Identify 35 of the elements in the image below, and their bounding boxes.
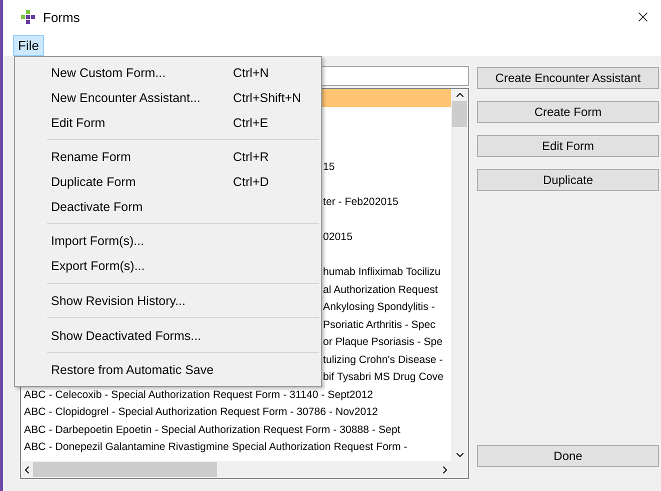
action-button[interactable]: Create Encounter Assistant <box>477 67 659 89</box>
scrollbar-thumb[interactable] <box>452 101 467 127</box>
vertical-scrollbar[interactable] <box>451 89 468 461</box>
list-row-text: ABC - Celecoxib - Special Authorization Request Form - 31140 - Sept2012 <box>24 388 373 400</box>
list-row[interactable]: ABC - Clopidogrel - Special Authorization Request Form - 30786 - Nov2012 <box>21 404 451 422</box>
menu-item[interactable]: New Encounter Assistant... Ctrl+Shift+N <box>15 86 321 110</box>
list-row[interactable]: ABC - Celecoxib - Special Authorization Request Form - 31140 - Sept2012 <box>21 386 451 404</box>
menu-item[interactable]: Rename Form Ctrl+R <box>15 145 321 170</box>
menu-item[interactable]: Export Form(s)... <box>15 254 321 278</box>
window-title: Forms <box>43 10 81 24</box>
menu-item[interactable]: Show Revision History... <box>15 288 321 314</box>
action-button[interactable]: Create Form <box>477 101 659 123</box>
action-button[interactable]: Duplicate <box>477 169 659 191</box>
done-button[interactable]: Done <box>477 445 659 467</box>
menu-item[interactable]: Duplicate Form Ctrl+D <box>15 170 321 194</box>
list-row-text: ABC - Clopidogrel - Special Authorization Request Form - 30786 - Nov2012 <box>24 406 378 418</box>
menu-item[interactable]: Edit Form Ctrl+E <box>15 110 321 136</box>
list-row-text: tulizing Crohn's Disease - <box>323 354 443 366</box>
list-row-text: al Authorization Request <box>323 284 438 296</box>
action-button[interactable]: Edit Form <box>477 135 659 157</box>
scrollbar-thumb[interactable] <box>33 462 217 477</box>
list-row-text: ABC - Darbepoetin Epoetin - Special Authorization Request Form - 30888 - Sept <box>24 424 400 436</box>
menu-item[interactable]: Import Form(s)... <box>15 229 321 254</box>
menu-item[interactable]: Restore from Automatic Save <box>15 358 321 383</box>
list-row-text: Psoriatic Arthritis - Spec <box>323 318 436 330</box>
app-icon <box>21 10 35 24</box>
list-row-text: 15 <box>323 161 335 173</box>
menu-item[interactable]: Deactivate Form <box>15 194 321 220</box>
list-row[interactable]: ABC - Darbepoetin Epoetin - Special Authorization Request Form - 30888 - Sept <box>21 422 451 439</box>
list-row[interactable]: ABC - Donepezil Galantamine Rivastigmine Special Authorization Request Form - <box>21 439 451 456</box>
list-row-text: ABC - Donepezil Galantamine Rivastigmine Special Authorization Request Form - <box>24 441 408 453</box>
horizontal-scrollbar[interactable] <box>21 461 451 478</box>
menu-bar-item[interactable]: File <box>13 34 44 56</box>
menu-item[interactable]: New Custom Form... Ctrl+N <box>15 61 321 86</box>
menu-item[interactable]: Show Deactivated Forms... <box>15 323 321 348</box>
